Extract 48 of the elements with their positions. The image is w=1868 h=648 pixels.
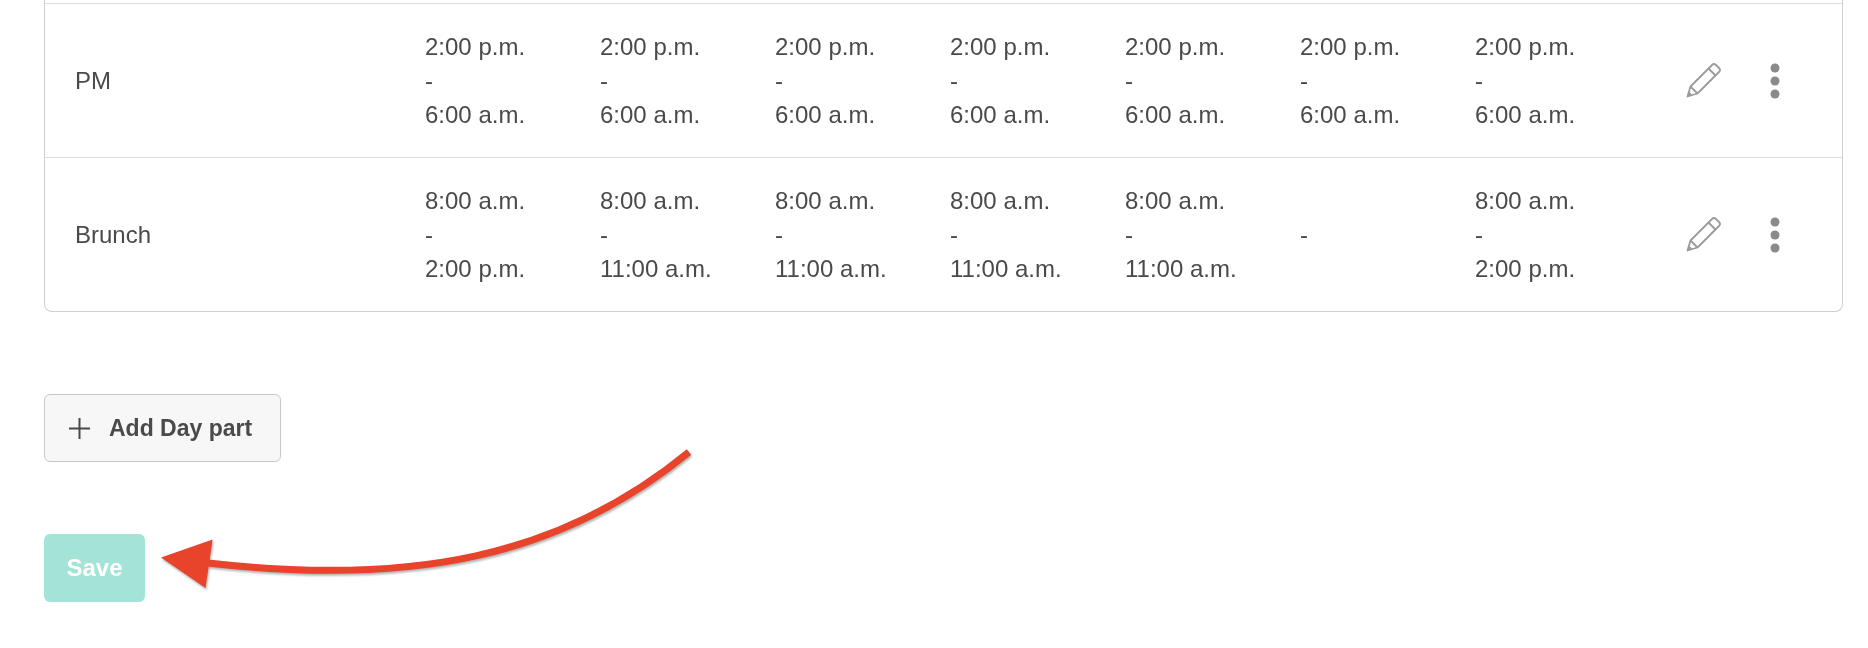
end-time: 11:00 a.m.	[1125, 253, 1237, 284]
time-separator: -	[1125, 219, 1133, 250]
time-separator: -	[1300, 219, 1308, 250]
end-time: 6:00 a.m.	[1125, 99, 1226, 130]
end-time: 11:00 a.m.	[775, 253, 887, 284]
time-separator: -	[1125, 65, 1133, 96]
start-time: 8:00 a.m.	[950, 185, 1051, 216]
start-time: 8:00 a.m.	[600, 185, 701, 216]
start-time: 8:00 a.m.	[1125, 185, 1226, 216]
start-time: 2:00 p.m.	[775, 31, 876, 62]
time-separator: -	[425, 65, 433, 96]
time-separator: -	[775, 219, 783, 250]
time-separator: -	[1300, 65, 1308, 96]
time-separator: -	[425, 219, 433, 250]
day-part-name: PM	[75, 66, 111, 94]
add-day-part-button[interactable]: Add Day part	[44, 394, 281, 462]
end-time: 6:00 a.m.	[775, 99, 876, 130]
day-part-name: Brunch	[75, 220, 152, 248]
start-time: 2:00 p.m.	[1125, 31, 1226, 62]
start-time: 8:00 a.m.	[1475, 185, 1576, 216]
start-time: 8:00 a.m.	[775, 185, 876, 216]
time-separator: -	[600, 65, 608, 96]
time-separator: -	[1475, 65, 1483, 96]
start-time: 2:00 p.m.	[1475, 31, 1576, 62]
start-time: 8:00 a.m.	[425, 185, 526, 216]
time-separator: -	[950, 65, 958, 96]
more-options-icon[interactable]	[1770, 216, 1780, 253]
time-separator: -	[600, 219, 608, 250]
more-options-icon[interactable]	[1770, 62, 1780, 99]
end-time: 6:00 a.m.	[1300, 99, 1401, 130]
start-time: 2:00 p.m.	[600, 31, 701, 62]
start-time: 2:00 p.m.	[425, 31, 526, 62]
plus-icon	[69, 417, 90, 439]
end-time: 2:00 p.m.	[1475, 253, 1576, 284]
time-separator: -	[1475, 219, 1483, 250]
start-time: 2:00 p.m.	[950, 31, 1051, 62]
end-time: 6:00 a.m.	[600, 99, 701, 130]
end-time: 6:00 a.m.	[1475, 99, 1576, 130]
end-time: 11:00 a.m.	[600, 253, 712, 284]
start-time: 2:00 p.m.	[1300, 31, 1401, 62]
end-time: 2:00 p.m.	[425, 253, 526, 284]
time-separator: -	[775, 65, 783, 96]
pencil-icon[interactable]	[1685, 62, 1721, 99]
pencil-icon[interactable]	[1685, 216, 1721, 253]
time-separator: -	[950, 219, 958, 250]
end-time: 11:00 a.m.	[950, 253, 1062, 284]
end-time: 6:00 a.m.	[425, 99, 526, 130]
end-time: 6:00 a.m.	[950, 99, 1051, 130]
